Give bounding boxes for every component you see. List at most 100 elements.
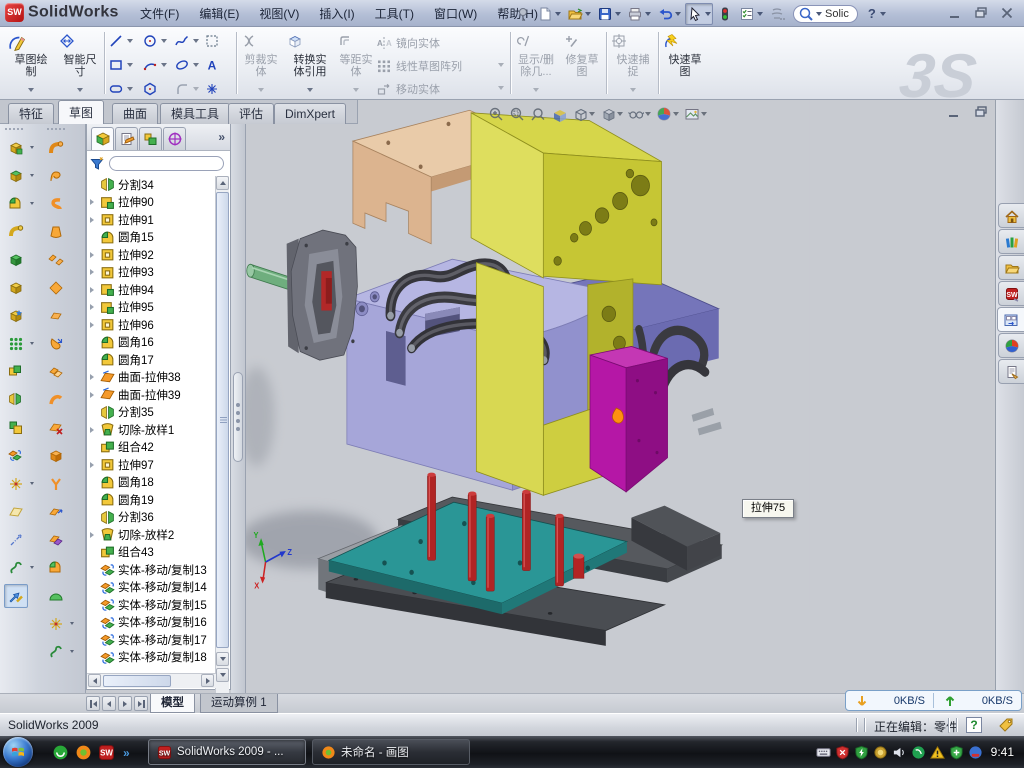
cut-cube-button[interactable] — [4, 276, 28, 300]
tree-item[interactable]: 实体-移动/复制17 — [87, 631, 216, 649]
expand-arrow-icon[interactable] — [90, 389, 100, 401]
undo-button[interactable] — [655, 3, 683, 25]
expand-arrow-icon[interactable] — [90, 196, 100, 208]
shield-green-tray-icon[interactable] — [854, 745, 869, 760]
tab-scroll-next-button[interactable] — [118, 696, 132, 711]
help-button[interactable]: ? — [864, 3, 888, 24]
curve-button[interactable] — [4, 556, 28, 580]
tree-filter-input[interactable] — [109, 156, 224, 171]
instant3d-button[interactable] — [4, 584, 28, 608]
shield-plus-tray-icon[interactable] — [949, 745, 964, 760]
move-copy-body-button[interactable] — [4, 444, 28, 468]
expand-arrow-icon[interactable] — [90, 459, 100, 471]
expand-arrow-icon[interactable] — [90, 301, 100, 313]
home-pane-tab[interactable] — [998, 203, 1024, 228]
command-tab-4[interactable]: 模具工具 — [160, 103, 230, 124]
expand-arrow-icon[interactable] — [90, 266, 100, 278]
tree-item[interactable]: 分割34 — [87, 176, 216, 194]
tree-item[interactable]: 实体-移动/复制13 — [87, 561, 216, 579]
tree-item[interactable]: 分割36 — [87, 509, 216, 527]
tree-item[interactable]: 圆角19 — [87, 491, 216, 509]
appearance-ball-pane-tab[interactable] — [998, 333, 1024, 358]
expand-arrow-icon[interactable] — [90, 249, 100, 261]
repair-sketch-button[interactable]: 修复草 图 — [562, 30, 602, 96]
reference-point-button[interactable] — [44, 612, 68, 636]
panel-splitter[interactable] — [231, 124, 246, 693]
toolbar-overflow-button[interactable] — [767, 3, 787, 25]
tree-item[interactable]: 实体-移动/复制14 — [87, 579, 216, 597]
ql-green-quicklaunch[interactable] — [52, 744, 69, 761]
menu-f[interactable]: 文件(F) — [130, 1, 189, 26]
untrim-surface-button[interactable] — [44, 472, 68, 496]
display-delete-relations-button[interactable]: 显示/删 除几... — [514, 30, 558, 96]
feature-manager-tab[interactable] — [91, 127, 114, 150]
tab-scroll-prev-button[interactable] — [102, 696, 116, 711]
app-close-button[interactable] — [997, 5, 1016, 20]
tree-item[interactable]: 拉伸91 — [87, 211, 216, 229]
document-minimize-button[interactable] — [944, 104, 963, 119]
expand-arrow-icon[interactable] — [90, 319, 100, 331]
command-tab-5[interactable]: 评估 — [228, 103, 274, 124]
zoom-area-button[interactable] — [508, 105, 526, 123]
fillet-feature-button[interactable] — [4, 192, 28, 216]
command-tab-3[interactable]: 曲面 — [112, 103, 158, 124]
extruded-boss-button[interactable] — [4, 164, 28, 188]
print-button[interactable] — [625, 3, 653, 25]
rapid-sketch-button[interactable]: 快速草 图 — [662, 30, 708, 96]
taskbar-button-1[interactable]: SWSolidWorks 2009 - ... — [148, 739, 306, 765]
sketch-fillet-tool[interactable] — [172, 79, 191, 98]
document-properties-pane-tab[interactable] — [998, 359, 1024, 384]
splitter-handle[interactable] — [233, 372, 243, 462]
zoom-magnify-button[interactable] — [529, 105, 547, 123]
rectangle-tool[interactable] — [106, 55, 125, 74]
quick-tips-button[interactable]: ? — [966, 717, 982, 733]
trim-entities-button[interactable]: 剪裁实 体 — [240, 30, 282, 96]
tree-item[interactable]: 拉伸97 — [87, 456, 216, 474]
speaker-tray-icon[interactable] — [892, 745, 907, 760]
freeform-button[interactable] — [44, 584, 68, 608]
extend-surface-button[interactable] — [44, 500, 68, 524]
view-orientation-button[interactable] — [571, 105, 596, 123]
tree-item[interactable]: 曲面-拉伸38 — [87, 369, 216, 387]
reference-axis-button[interactable] — [4, 528, 28, 552]
reference-point-button[interactable] — [4, 472, 28, 496]
tree-item[interactable]: 组合42 — [87, 439, 216, 457]
select-cursor-button[interactable] — [685, 3, 713, 25]
tree-item[interactable]: 拉伸93 — [87, 264, 216, 282]
combine-b-button[interactable] — [4, 416, 28, 440]
surf-loft-button[interactable] — [44, 220, 68, 244]
scene-button[interactable] — [683, 105, 708, 123]
expand-arrow-icon[interactable] — [90, 424, 100, 436]
hole-wizard-button[interactable] — [4, 304, 28, 328]
solidworks-toolbox-pane-tab[interactable]: SW — [998, 281, 1024, 306]
menu-w[interactable]: 窗口(W) — [424, 1, 487, 26]
keyboard-tray-icon[interactable] — [816, 745, 831, 760]
smart-dimension-button[interactable]: 智能尺 寸 — [58, 30, 102, 96]
expand-arrow-icon[interactable] — [90, 529, 100, 541]
tree-item[interactable]: 切除-放样2 — [87, 526, 216, 544]
surf-knit-button[interactable] — [44, 332, 68, 356]
convert-entities-button[interactable]: 转换实 体引用 — [286, 30, 334, 96]
tree-item[interactable]: 曲面-拉伸39 — [87, 386, 216, 404]
tree-item[interactable]: 拉伸96 — [87, 316, 216, 334]
toolbar-grip[interactable] — [46, 127, 66, 131]
extruded-cut-button[interactable] — [4, 136, 28, 160]
zoom-fit-button[interactable] — [487, 105, 505, 123]
polygon-tool[interactable] — [140, 79, 159, 98]
save-button[interactable] — [595, 3, 623, 25]
surf-boundary-button[interactable] — [44, 192, 68, 216]
ellipse-tool[interactable] — [172, 55, 191, 74]
command-tab-6[interactable]: DimXpert — [274, 103, 346, 124]
quick-snaps-button[interactable]: 快速捕 捉 — [610, 30, 656, 96]
mirror-entities-button[interactable]: AA 镜向实体 — [376, 33, 506, 53]
linear-sketch-pattern-button[interactable]: 线性草图阵列 — [376, 56, 506, 76]
delete-face-button[interactable] — [44, 416, 68, 440]
tab-scroll-first-button[interactable] — [86, 696, 100, 711]
text-tool[interactable]: A — [202, 55, 221, 74]
expand-arrow-icon[interactable] — [90, 284, 100, 296]
part-slide-gray[interactable] — [287, 230, 358, 360]
surf-arc-button[interactable] — [44, 388, 68, 412]
pin-button[interactable] — [513, 3, 533, 25]
replace-face-button[interactable] — [44, 444, 68, 468]
3d-viewport[interactable]: Y Z X — [246, 100, 995, 693]
